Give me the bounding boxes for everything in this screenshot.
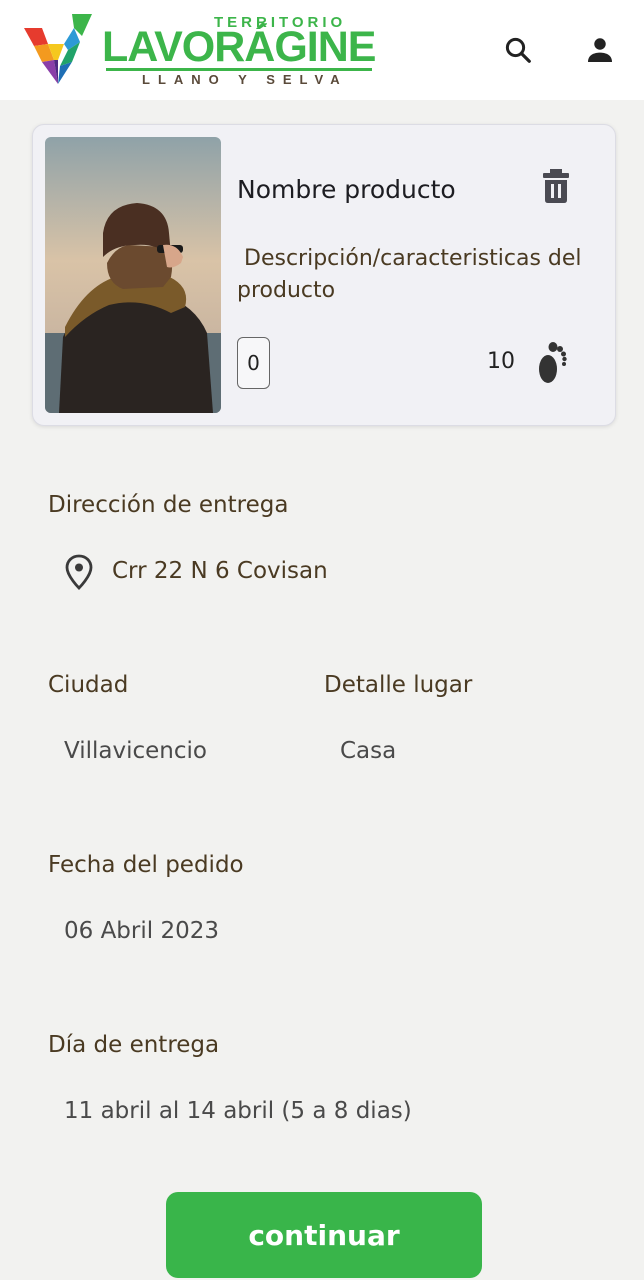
location-pin-icon <box>65 554 93 590</box>
delivery-day-value: 11 abril al 14 abril (5 a 8 dias) <box>64 1098 412 1124</box>
product-photo <box>45 137 221 413</box>
logo-sub-text: LLANO Y SELVA <box>142 72 348 87</box>
order-date-label: Fecha del pedido <box>48 852 244 878</box>
user-icon <box>588 38 612 62</box>
search-button[interactable] <box>500 32 536 68</box>
product-name: Nombre producto <box>237 175 456 204</box>
trash-icon <box>543 169 569 203</box>
address-value: Crr 22 N 6 Covisan <box>112 558 328 584</box>
logo-main-text: LAVORÁGINE <box>102 23 376 71</box>
top-app-bar: TERRITORIO LAVORÁGINE LLANO Y SELVA <box>0 0 644 100</box>
app-root: TERRITORIO LAVORÁGINE LLANO Y SELVA Nomb… <box>0 0 644 1280</box>
address-label: Dirección de entrega <box>48 492 289 518</box>
place-detail-label: Detalle lugar <box>324 672 473 698</box>
profile-button[interactable] <box>582 32 618 68</box>
city-label: Ciudad <box>48 672 129 698</box>
product-image[interactable] <box>45 137 221 413</box>
order-date-value: 06 Abril 2023 <box>64 918 219 944</box>
steps-indicator <box>535 339 567 385</box>
cart-product-card: Nombre producto Descripción/caracteristi… <box>32 124 616 426</box>
city-value: Villavicencio <box>64 738 207 764</box>
search-icon <box>505 37 531 63</box>
brand-logo[interactable]: TERRITORIO LAVORÁGINE LLANO Y SELVA <box>24 12 384 92</box>
logo-mark-icon <box>24 14 92 84</box>
quantity-input[interactable]: 0 <box>237 337 270 389</box>
product-description: Descripción/caracteristicas del producto <box>237 246 589 303</box>
steps-count: 10 <box>487 349 515 374</box>
logo-underline <box>106 68 372 71</box>
continue-button[interactable]: continuar <box>166 1192 482 1278</box>
delete-product-button[interactable] <box>541 169 571 203</box>
place-detail-value: Casa <box>340 738 397 764</box>
footprint-icon <box>539 342 567 383</box>
delivery-day-label: Día de entrega <box>48 1032 220 1058</box>
